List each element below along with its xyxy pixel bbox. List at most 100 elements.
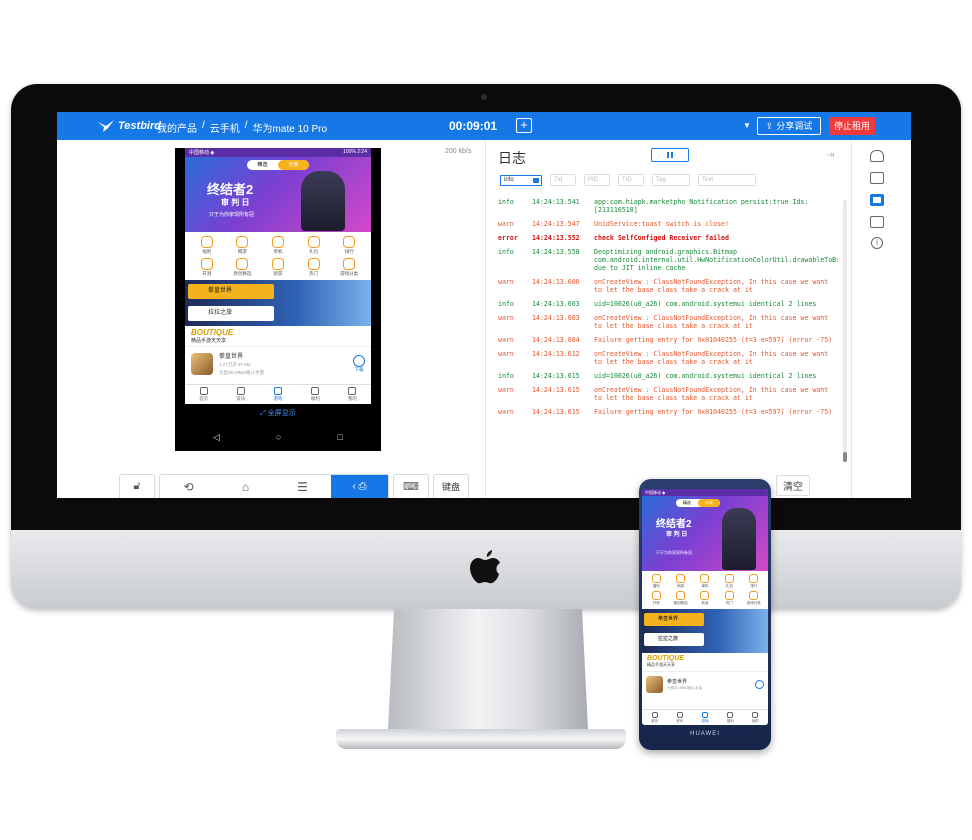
log-row[interactable]: warn 14:24:13.547 UnidService:toast switch… <box>498 220 838 228</box>
grid-item[interactable]: 热门 <box>296 258 332 277</box>
banner-title-line-2: 审 判 日 <box>666 532 688 538</box>
nav-label: 首页 <box>651 719 659 723</box>
fullscreen-button[interactable]: ⤢ 全屏显示 <box>185 406 371 422</box>
grid-item: 礼包 <box>717 574 741 589</box>
pid-filter-input[interactable]: PID <box>584 174 610 186</box>
game-card[interactable]: 拳皇世界 <box>188 284 274 299</box>
log-level: warn <box>498 220 514 228</box>
grid-item[interactable]: 新游 <box>260 258 296 277</box>
download-control[interactable]: 下载 <box>353 354 365 373</box>
plus-icon[interactable]: + <box>516 118 532 133</box>
grid-item[interactable]: 游戏分类 <box>331 258 367 277</box>
log-row[interactable]: warn 14:24:13.612 onCreateView : ClassNotF… <box>498 350 838 366</box>
game-promo-strip[interactable]: 拳皇世界 拉拉之旅 <box>185 280 371 326</box>
log-row[interactable]: warn 14:24:13.615 Failure getting entry fo… <box>498 408 838 416</box>
home-icon[interactable]: ⌂ <box>217 475 274 498</box>
log-timestamp: 14:24:13.604 <box>532 336 580 344</box>
banner-subtitle: 只于为你家现所有冠 <box>209 212 255 218</box>
log-row[interactable]: info 14:24:13.541 app:com.hiapk.marketpho … <box>498 198 838 214</box>
text-filter-input[interactable]: Text <box>698 174 756 186</box>
clear-button[interactable]: 清空 <box>776 475 810 496</box>
log-list[interactable]: info 14:24:13.541 app:com.hiapk.marketpho … <box>498 198 838 462</box>
nav-games[interactable]: 游戏 <box>259 385 296 404</box>
grid-item[interactable]: 开测 <box>189 258 225 277</box>
banner-title-line-1: 终结者2 <box>656 519 692 530</box>
remote-phone-frame[interactable]: 中国移动 ◆ 100% 2:24 精选 分类 终结者2 审 判 日 只于为你家现… <box>175 148 381 451</box>
stop-rental-button[interactable]: 停止租用 <box>829 117 875 135</box>
level-select[interactable]: info <box>500 174 542 186</box>
breadcrumb-item-cloud-phone[interactable]: 云手机 <box>210 120 240 135</box>
back-icon[interactable]: ◁ <box>213 430 220 444</box>
log-level: warn <box>498 278 514 286</box>
image-icon[interactable] <box>870 172 884 184</box>
tid2-filter-input[interactable]: TID <box>618 174 644 186</box>
screenshot-icon[interactable]: ‹ ⎙ <box>331 475 388 498</box>
menu-icon[interactable]: ☰ <box>274 475 331 498</box>
grid-item-label: 单机 <box>701 584 709 588</box>
log-scrollbar[interactable] <box>843 200 847 462</box>
nav-label: 游戏 <box>273 396 283 401</box>
keyboard-button[interactable]: 键盘 <box>433 474 469 498</box>
status-battery: 100% 2:24 <box>343 149 367 155</box>
collapse-icon[interactable]: ⇥ <box>826 150 834 161</box>
cloud-icon[interactable] <box>870 150 884 162</box>
tab-category[interactable]: 分类 <box>278 160 309 170</box>
nav-label: 我的 <box>347 396 357 401</box>
log-row[interactable]: warn 14:24:13.603 onCreateView : ClassNotF… <box>498 314 838 330</box>
lock-icon[interactable]: 🔓︎ <box>119 474 155 498</box>
log-timestamp: 14:24:13.603 <box>532 314 580 322</box>
scrollbar-thumb[interactable] <box>843 452 847 462</box>
log-row[interactable]: info 14:24:13.615 uid=10026(u0_a26) com.an… <box>498 372 838 380</box>
log-row[interactable]: error 14:24:13.552 check SelfConfiged Rece… <box>498 234 838 242</box>
tab-featured[interactable]: 精选 <box>247 160 278 170</box>
grid-item-label: 开测 <box>652 601 660 605</box>
log-message: Deoptimizing android.graphics.Bitmap com… <box>594 248 838 272</box>
grid-item-label: 游戏分类 <box>340 271 359 276</box>
testbird-logo[interactable]: Testbird <box>97 118 161 134</box>
back-icon[interactable]: ⟲ <box>160 475 217 498</box>
list-item[interactable]: 拳皇世界 1.27万次 97.6M 大型3D MMO格斗手游 下载 <box>185 346 371 380</box>
recents-icon[interactable]: □ <box>338 430 343 444</box>
nav-label: 游戏 <box>701 719 709 723</box>
log-timestamp: 14:24:13.615 <box>532 408 580 416</box>
pause-button[interactable] <box>651 148 689 162</box>
promo-banner[interactable]: 精选 分类 终结者2 审 判 日 只于为你家现所有冠 <box>185 157 371 232</box>
log-row[interactable]: info 14:24:13.603 uid=10026(u0_a26) com.an… <box>498 300 838 308</box>
grid-item[interactable]: 礼包 <box>296 236 332 255</box>
grid-item[interactable]: 福利 <box>189 236 225 255</box>
game-card[interactable]: 拉拉之旅 <box>188 306 274 321</box>
keyboard-icon[interactable]: ⌨ <box>393 474 429 498</box>
log-row[interactable]: warn 14:24:13.615 onCreateView : ClassNotF… <box>498 386 838 402</box>
grid-item: 排行 <box>742 574 766 589</box>
game-promo-strip: 拳皇世界 拉拉之旅 <box>642 609 768 653</box>
category-icon <box>724 591 734 600</box>
tid-filter-input[interactable]: Tid <box>550 174 576 186</box>
chevron-down-icon[interactable]: ▼ <box>743 121 751 130</box>
terminal-icon[interactable] <box>870 216 884 228</box>
share-debug-button[interactable]: ⇪ 分享调试 <box>757 117 821 135</box>
home-icon[interactable]: ○ <box>276 430 281 444</box>
log-row[interactable]: warn 14:24:13.604 Failure getting entry fo… <box>498 336 838 344</box>
nav-welfare[interactable]: 福利 <box>297 385 334 404</box>
boutique-title: BOUTIQUE <box>647 655 684 662</box>
screen-icon[interactable] <box>870 194 884 206</box>
log-level: warn <box>498 408 514 416</box>
log-row[interactable]: warn 14:24:13.600 onCreateView : ClassNotF… <box>498 278 838 294</box>
tag-filter-input[interactable]: Tag <box>652 174 690 186</box>
nav-mine[interactable]: 我的 <box>334 385 371 404</box>
breadcrumb-item-products[interactable]: 我的产品 <box>157 120 197 135</box>
banner-subtitle: 只于为你家现所有冠 <box>656 550 692 555</box>
log-level: warn <box>498 314 514 322</box>
gift-icon <box>727 712 734 718</box>
info-icon[interactable]: i <box>871 237 883 249</box>
log-message: app:com.hiapk.marketpho Notification per… <box>594 198 809 214</box>
grid-item[interactable]: 单机 <box>260 236 296 255</box>
grid-item[interactable]: 原创精选 <box>225 258 261 277</box>
grid-item[interactable]: 排行 <box>331 236 367 255</box>
log-row[interactable]: info 14:24:13.558 Deoptimizing android.gra… <box>498 248 838 272</box>
nav-news[interactable]: 资讯 <box>222 385 259 404</box>
nav-home[interactable]: 首页 <box>185 385 222 404</box>
grid-item[interactable]: 网游 <box>225 236 261 255</box>
gamepad-icon <box>274 387 282 395</box>
remote-phone-screen[interactable]: 中国移动 ◆ 100% 2:24 精选 分类 终结者2 审 判 日 只于为你家现… <box>185 148 371 404</box>
